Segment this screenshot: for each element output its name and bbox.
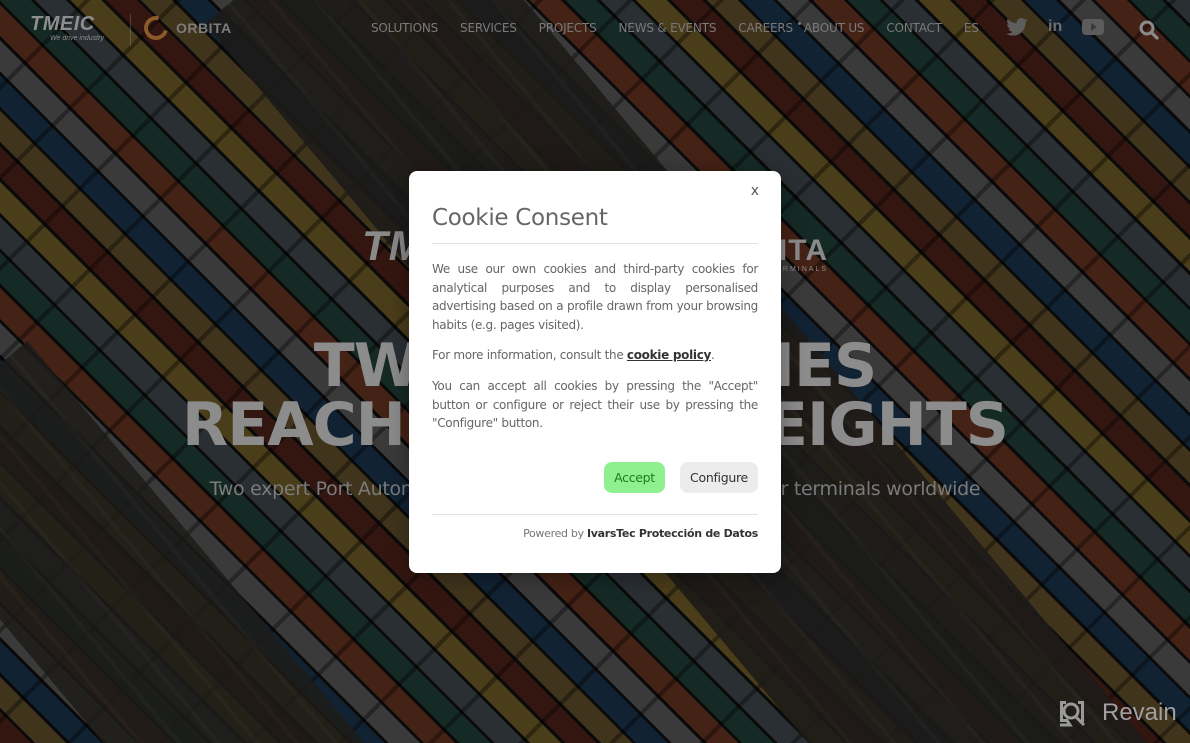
orbita-logo-text: ORBITA: [176, 20, 232, 36]
modal-title: Cookie Consent: [432, 205, 608, 231]
linkedin-icon[interactable]: in: [1048, 18, 1062, 36]
powered-by-brand[interactable]: IvarsTec Protección de Datos: [587, 527, 758, 540]
cookie-policy-link[interactable]: cookie policy: [627, 348, 711, 362]
search-icon[interactable]: [1139, 20, 1159, 40]
site-header: TMEIC We drive industry ORBITA SOLUTIONS…: [0, 0, 1190, 60]
main-nav: SOLUTIONS SERVICES PROJECTS NEWS & EVENT…: [360, 21, 990, 35]
modal-paragraph-instructions: You can accept all cookies by pressing t…: [432, 378, 758, 431]
close-icon[interactable]: x: [751, 183, 759, 199]
nav-solutions[interactable]: SOLUTIONS: [371, 21, 438, 35]
modal-body: We use our own cookies and third-party c…: [432, 260, 758, 445]
cookie-consent-modal: x Cookie Consent We use our own cookies …: [409, 171, 781, 573]
configure-button[interactable]: Configure: [680, 462, 758, 493]
tmeic-logo-tagline: We drive industry: [50, 35, 104, 42]
nav-contact[interactable]: CONTACT: [886, 21, 942, 35]
revain-logo-icon: [1056, 697, 1088, 729]
accept-button[interactable]: Accept: [604, 462, 665, 493]
nav-language-es[interactable]: ES: [964, 21, 979, 35]
logo-divider: [130, 14, 131, 46]
nav-careers[interactable]: CAREERS: [738, 21, 793, 35]
modal-divider-top: [432, 243, 758, 244]
twitter-icon[interactable]: [1006, 18, 1028, 36]
modal-paragraph-info: For more information, consult the cookie…: [432, 346, 758, 365]
info-prefix: For more information, consult the: [432, 348, 627, 363]
modal-paragraph-intro: We use our own cookies and third-party c…: [432, 262, 758, 332]
orbita-logo[interactable]: ORBITA: [139, 11, 232, 45]
nav-services[interactable]: SERVICES: [460, 21, 517, 35]
revain-label: Revain: [1102, 699, 1177, 726]
powered-by-prefix: Powered by: [523, 527, 588, 540]
nav-separator-dot: [797, 21, 801, 25]
revain-watermark: Revain: [1056, 697, 1177, 729]
modal-divider-bottom: [432, 514, 758, 515]
powered-by: Powered by IvarsTec Protección de Datos: [523, 527, 758, 540]
tmeic-logo[interactable]: TMEIC We drive industry: [30, 14, 120, 48]
orbita-ring-icon: [139, 11, 173, 45]
tmeic-logo-text: TMEIC: [30, 13, 95, 35]
nav-news-events[interactable]: NEWS & EVENTS: [619, 21, 717, 35]
info-suffix: .: [711, 348, 715, 363]
social-links: in: [1006, 18, 1124, 36]
nav-projects[interactable]: PROJECTS: [539, 21, 597, 35]
youtube-icon[interactable]: [1082, 19, 1105, 35]
nav-about-us[interactable]: ABOUT US: [804, 21, 865, 35]
